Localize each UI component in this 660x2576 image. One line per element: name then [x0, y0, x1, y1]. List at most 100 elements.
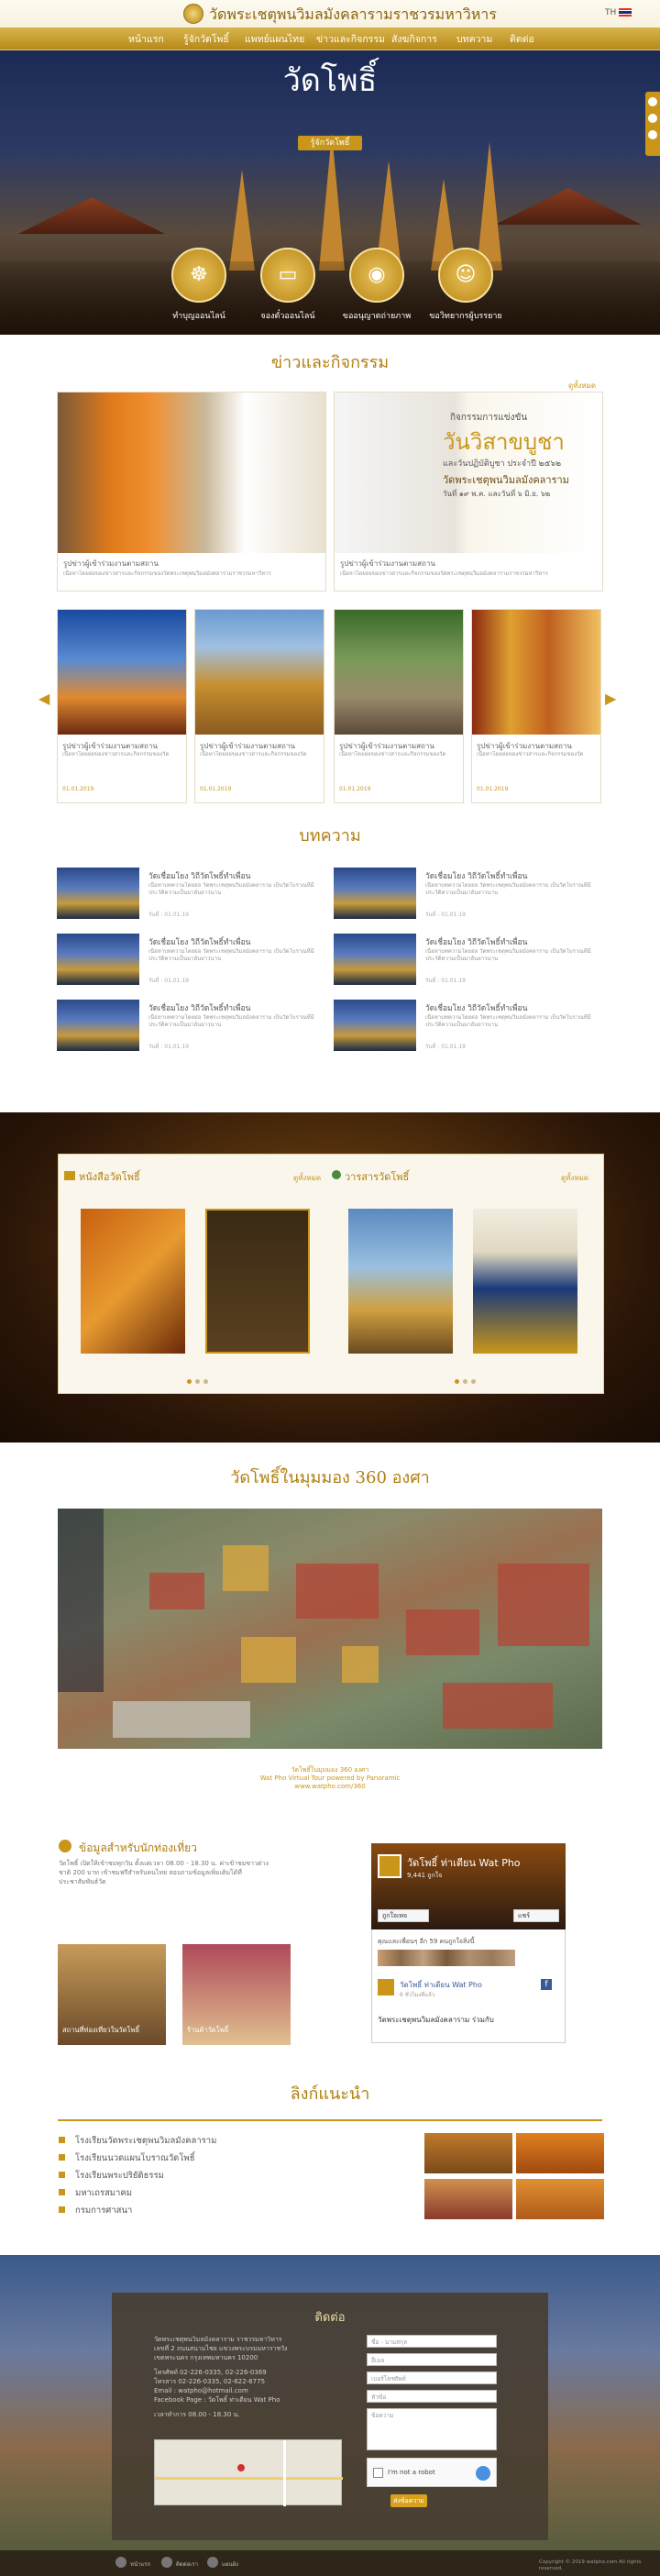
books-tab-title[interactable]: หนังสือวัดโพธิ์ [79, 1168, 140, 1185]
news-card[interactable]: รูปข่าวผู้เข้าร่วมงานตามสถาน เนื้อหาโดยย… [471, 609, 601, 803]
journal-cover[interactable] [473, 1209, 578, 1354]
facebook-icon[interactable] [648, 97, 657, 106]
aerial-roof [296, 1564, 379, 1619]
news-next-arrow[interactable]: ▶ [605, 690, 616, 707]
captcha-checkbox[interactable] [373, 2468, 383, 2478]
youtube-icon[interactable] [648, 130, 657, 139]
news-excerpt: เนื้อหาโดยย่อของข่าวสารและกิจกรรมของวัด [477, 751, 584, 757]
article-title[interactable]: วัดเชื่อมโยง วิถีวัดโพธิ์ทำเพื่อน [425, 935, 527, 948]
book-cover[interactable] [205, 1209, 310, 1354]
link-banner[interactable] [516, 2179, 604, 2219]
featured-news-card[interactable]: รูปข่าวผู้เข้าร่วมงานตามสถาน เนื้อหาโดยย… [57, 392, 326, 591]
carousel-dot[interactable] [455, 1379, 459, 1384]
article-title[interactable]: วัดเชื่อมโยง วิถีวัดโพธิ์ทำเพื่อน [148, 935, 250, 948]
news-photo-chedi [195, 610, 324, 735]
message-field[interactable]: ข้อความ [367, 2408, 497, 2450]
contact-title: ติดต่อ [314, 2311, 346, 2325]
article-thumbnail[interactable] [334, 1000, 416, 1051]
carousel-dot[interactable] [204, 1379, 208, 1384]
link-banner[interactable] [424, 2133, 512, 2173]
bullet-icon [59, 2137, 65, 2143]
article-excerpt: เนื้อหาบทความโดยย่อ วัดพระเชตุพนวิมลมังค… [148, 948, 314, 962]
facebook-post-text: วัดพระเชตุพนวิมลมังคลาราม ร่วมกับ [378, 2016, 494, 2024]
nav-news[interactable]: ข่าวและกิจกรรม [316, 31, 385, 47]
link-item[interactable]: โรงเรียนวัดพระเชตุพนวิมลมังคลาราม [75, 2134, 216, 2148]
home-icon [116, 2557, 126, 2568]
line-icon[interactable] [648, 114, 657, 123]
link-banner[interactable] [516, 2133, 604, 2173]
nav-contact[interactable]: ติดต่อ [510, 31, 534, 47]
article-title[interactable]: วัดเชื่อมโยง วิถีวัดโพธิ์ทำเพื่อน [148, 1001, 250, 1014]
book-cover[interactable] [81, 1209, 185, 1354]
subject-field[interactable]: หัวข้อ [367, 2390, 497, 2403]
book-ticket-button[interactable]: ▭ [260, 248, 315, 303]
send-button[interactable]: ส่งข้อความ [390, 2494, 427, 2507]
news-prev-arrow[interactable]: ◀ [38, 690, 50, 707]
news-more-link[interactable]: ดูทั้งหมด [568, 380, 596, 392]
recaptcha-box[interactable]: I'm not a robot [367, 2458, 497, 2487]
thai-flag-icon[interactable] [619, 8, 632, 17]
featured-news-card[interactable]: กิจกรรมการแข่งขัน วันวิสาขบูชา และวันปฏิ… [334, 392, 603, 591]
facebook-like-button[interactable]: ถูกใจเพจ [378, 1909, 429, 1922]
carousel-dot[interactable] [471, 1379, 476, 1384]
nav-thai-medicine[interactable]: แพทย์แผนไทย [245, 31, 304, 47]
temple-logo[interactable] [183, 4, 204, 24]
link-item[interactable]: มหาเถรสมาคม [75, 2186, 132, 2200]
link-item[interactable]: กรมการศาสนา [75, 2204, 132, 2217]
hero-subtitle-button[interactable]: รู้จักวัดโพธิ์ [298, 136, 362, 150]
nav-sangha[interactable]: สังฆกิจการ [391, 31, 437, 47]
article-thumbnail[interactable] [334, 934, 416, 985]
link-item[interactable]: โรงเรียนพระปริยัติธรรม [75, 2169, 164, 2183]
news-excerpt: เนื้อหาโดยย่อของข่าวสารและกิจกรรมของวัดพ… [340, 570, 548, 577]
news-card[interactable]: รูปข่าวผู้เข้าร่วมงานตามสถาน เนื้อหาโดยย… [334, 609, 464, 803]
facebook-page-name[interactable]: วัดโพธิ์ ท่าเตียน Wat Pho [407, 1854, 521, 1871]
contact-line[interactable]: Email : watpho@hotmail.com [154, 2386, 346, 2395]
tour-side-panel[interactable] [58, 1509, 104, 1692]
journals-tab-title[interactable]: วารสารวัดโพธิ์ [345, 1168, 409, 1185]
nav-about[interactable]: รู้จักวัดโพธิ์ [183, 31, 229, 47]
email-field[interactable]: อีเมล [367, 2353, 497, 2366]
books-more-link[interactable]: ดูทั้งหมด [293, 1172, 321, 1184]
banner-top: กิจกรรมการแข่งขัน [450, 413, 528, 423]
name-field[interactable]: ชื่อ - นามสกุล [367, 2335, 497, 2348]
carousel-dot[interactable] [187, 1379, 192, 1384]
journal-cover[interactable] [348, 1209, 453, 1354]
contact-line[interactable]: Facebook Page : วัดโพธิ์ ท่าเตียน Wat Ph… [154, 2395, 346, 2405]
phone-field[interactable]: เบอร์โทรศัพท์ [367, 2371, 497, 2384]
location-map[interactable] [154, 2439, 343, 2506]
facebook-share-button[interactable]: แชร์ [513, 1909, 559, 1922]
news-card[interactable]: รูปข่าวผู้เข้าร่วมงานตามสถาน เนื้อหาโดยย… [57, 609, 187, 803]
link-banner[interactable] [424, 2179, 512, 2219]
article-meta: วันที่ : 01.01.19 [148, 978, 189, 984]
links-section-title: ลิงก์แนะนำ [290, 2084, 370, 2104]
donate-online-label: ทำบุญออนไลน์ [172, 312, 226, 321]
link-item[interactable]: โรงเรียนนวดแผนโบราณวัดโพธิ์ [75, 2151, 195, 2165]
article-thumbnail[interactable] [57, 868, 139, 919]
footer-link[interactable]: แผนผัง [222, 2559, 238, 2569]
journals-more-link[interactable]: ดูทั้งหมด [561, 1172, 588, 1184]
article-thumbnail[interactable] [57, 1000, 139, 1051]
nav-home[interactable]: หน้าแรก [128, 31, 164, 47]
aerial-360-view[interactable] [58, 1509, 602, 1749]
carousel-dot[interactable] [463, 1379, 468, 1384]
ticket-icon: ▭ [278, 263, 298, 286]
news-card[interactable]: รูปข่าวผู้เข้าร่วมงานตามสถาน เนื้อหาโดยย… [194, 609, 324, 803]
facebook-page-avatar[interactable] [378, 1854, 402, 1878]
request-guide-button[interactable]: ☺ [438, 248, 493, 303]
carousel-dot[interactable] [195, 1379, 200, 1384]
facebook-likes: 9,441 ถูกใจ [407, 1872, 443, 1879]
nav-articles[interactable]: บทความ [456, 31, 492, 47]
footer-link[interactable]: ติดต่อเรา [176, 2559, 198, 2569]
article-thumbnail[interactable] [57, 934, 139, 985]
donate-online-button[interactable]: ☸ [171, 248, 226, 303]
tour360-note-link[interactable]: www.watpho.com/360 [0, 1783, 660, 1791]
article-meta: วันที่ : 01.01.19 [425, 912, 466, 918]
photo-permit-button[interactable]: ◉ [349, 248, 404, 303]
article-thumbnail[interactable] [334, 868, 416, 919]
aerial-roof [406, 1609, 479, 1655]
article-title[interactable]: วัดเชื่อมโยง วิถีวัดโพธิ์ทำเพื่อน [425, 869, 527, 882]
footer-link[interactable]: หน้าแรก [130, 2559, 150, 2569]
article-title[interactable]: วัดเชื่อมโยง วิถีวัดโพธิ์ทำเพื่อน [148, 869, 250, 882]
article-title[interactable]: วัดเชื่อมโยง วิถีวัดโพธิ์ทำเพื่อน [425, 1001, 527, 1014]
language-label[interactable]: TH [605, 8, 616, 17]
